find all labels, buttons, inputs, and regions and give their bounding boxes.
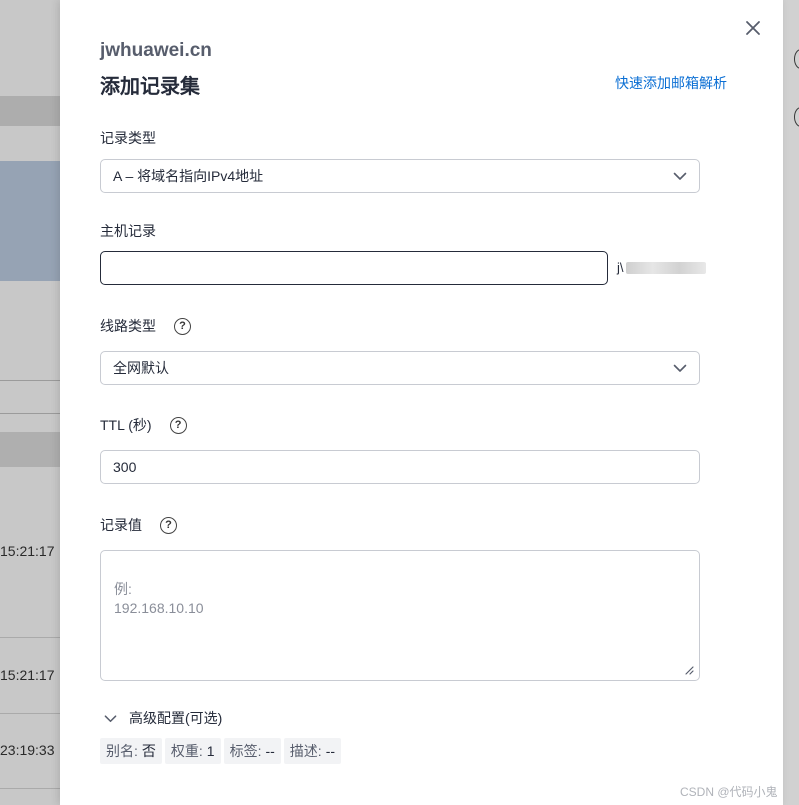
record-value-textarea[interactable]: 例: 192.168.10.10	[100, 550, 700, 681]
quick-add-mail-link[interactable]: 快速添加邮箱解析	[615, 73, 727, 93]
host-record-label: 主机记录	[100, 221, 156, 241]
host-suffix-text: j\	[617, 260, 624, 275]
host-domain-suffix: j\	[617, 260, 706, 275]
tag-value: 否	[141, 743, 156, 759]
add-record-set-drawer: jwhuawei.cn 添加记录集 快速添加邮箱解析 记录类型 A – 将域名指…	[60, 0, 783, 805]
help-icon[interactable]: ?	[169, 416, 187, 434]
record-type-value: A – 将域名指向IPv4地址	[113, 168, 264, 184]
host-record-label-text: 主机记录	[100, 223, 156, 239]
close-button[interactable]	[743, 18, 763, 38]
description-tag: 描述: --	[283, 738, 342, 764]
chevron-down-icon	[673, 364, 687, 372]
csdn-watermark: CSDN @代码小鬼	[680, 785, 778, 799]
record-type-label-text: 记录类型	[100, 130, 156, 146]
redacted-domain	[625, 261, 706, 274]
chevron-down-icon	[104, 714, 117, 722]
chevron-down-icon	[673, 172, 687, 180]
line-type-value: 全网默认	[113, 360, 169, 376]
record-value-placeholder: 例: 192.168.10.10	[114, 581, 204, 616]
tag-key: 标签:	[229, 743, 262, 759]
label-tag: 标签: --	[223, 738, 281, 764]
alias-tag: 别名: 否	[100, 738, 162, 764]
tag-key: 别名:	[106, 743, 138, 759]
help-icon[interactable]: ?	[160, 516, 177, 534]
advanced-summary-tags: 别名: 否 权重: 1 标签: -- 描述: --	[100, 738, 342, 764]
tag-key: 描述:	[289, 743, 322, 759]
ttl-label-text: TTL (秒)	[100, 417, 152, 433]
ttl-input[interactable]	[100, 450, 700, 484]
line-type-label: 线路类型 ?	[100, 316, 191, 336]
record-value-label: 记录值 ?	[100, 515, 177, 535]
host-record-input[interactable]	[100, 251, 608, 285]
record-type-select[interactable]: A – 将域名指向IPv4地址	[100, 159, 700, 193]
resize-handle-icon[interactable]	[684, 665, 694, 675]
ttl-label: TTL (秒) ?	[100, 415, 187, 435]
tag-value: --	[325, 743, 336, 759]
line-type-label-text: 线路类型	[100, 318, 156, 334]
drawer-title: 添加记录集	[100, 76, 200, 98]
weight-tag: 权重: 1	[164, 738, 221, 764]
record-type-label: 记录类型	[100, 128, 156, 148]
tag-value: 1	[206, 743, 215, 759]
tag-value: --	[265, 743, 275, 759]
close-icon	[746, 21, 760, 35]
domain-name: jwhuawei.cn	[100, 40, 212, 61]
record-value-label-text: 记录值	[100, 517, 142, 533]
tag-key: 权重:	[170, 743, 203, 759]
help-icon[interactable]: ?	[174, 317, 191, 335]
line-type-select[interactable]: 全网默认	[100, 351, 700, 385]
advanced-config-label: 高级配置(可选)	[129, 710, 223, 726]
advanced-config-toggle[interactable]: 高级配置(可选)	[104, 708, 222, 728]
